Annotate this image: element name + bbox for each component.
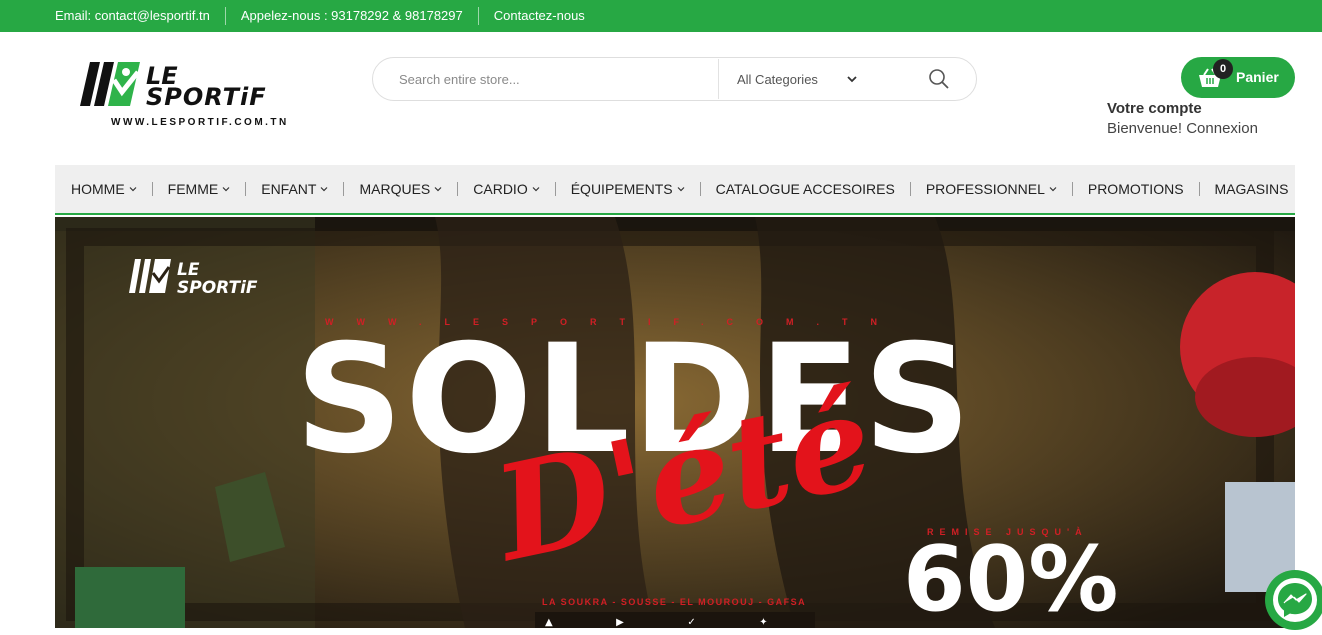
- logo-mark: LE SPORTiF: [80, 62, 267, 111]
- svg-text:SPORTiF: SPORTiF: [177, 278, 258, 297]
- logo-tagline: WWW.LESPORTIF.COM.TN: [111, 117, 289, 128]
- nav-item-magasins[interactable]: MAGASINS: [1215, 181, 1289, 197]
- nav-item-label: PROMOTIONS: [1087, 181, 1184, 197]
- search-icon[interactable]: [928, 68, 950, 90]
- cart-button[interactable]: 0 Panier: [1181, 57, 1295, 98]
- nav-separator: [245, 182, 247, 196]
- nav-item-label: MARQUES: [359, 181, 431, 197]
- chevron-down-icon: [1049, 187, 1057, 192]
- nav-item-label: CATALOGUE ACCESOIRES: [715, 181, 895, 197]
- cart-count-badge: 0: [1213, 59, 1233, 79]
- chevron-down-icon: [321, 187, 328, 192]
- chevron-down-icon: [434, 187, 442, 192]
- messenger-button[interactable]: [1265, 570, 1322, 630]
- chevron-down-icon: [677, 187, 685, 192]
- nav-item-homme[interactable]: HOMME: [71, 181, 137, 197]
- nav-item-marques[interactable]: MARQUES: [359, 181, 442, 197]
- category-select[interactable]: All Categories: [719, 72, 869, 87]
- nav-item-femme[interactable]: FEMME: [168, 181, 231, 197]
- nav-separator: [909, 182, 911, 196]
- nav-item-label: MAGASINS: [1214, 181, 1289, 197]
- banner-logo: LE SPORTiF: [129, 259, 258, 297]
- banner-percent: 60%: [903, 527, 1119, 628]
- topbar-phone[interactable]: Appelez-nous : 93178292 & 98178297: [224, 7, 478, 25]
- hero-banner[interactable]: ▲ ▶ ✓ ✦ LE SPORTiF WWW.LESPORTIF.COM.TN …: [55, 217, 1295, 628]
- nav-separator: [457, 182, 459, 196]
- nav-item-promotions[interactable]: PROMOTIONS: [1088, 181, 1184, 197]
- chevron-down-icon: [222, 187, 230, 192]
- nav-item-equipements[interactable]: ÉQUIPEMENTS: [571, 181, 685, 197]
- nav-separator: [554, 182, 556, 196]
- search-bar: All Categories: [372, 57, 977, 101]
- messenger-icon: [1273, 578, 1317, 622]
- nav-separator: [1071, 182, 1073, 196]
- nav-item-label: CARDIO: [473, 181, 528, 197]
- nav-item-label: ENFANT: [261, 181, 317, 197]
- nav-item-label: PROFESSIONNEL: [925, 181, 1045, 197]
- nav-item-label: FEMME: [167, 181, 219, 197]
- topbar-email[interactable]: Email: contact@lesportif.tn: [55, 7, 225, 25]
- account-box: Votre compte Bienvenue! Connexion: [1107, 100, 1307, 140]
- svg-text:LE: LE: [177, 260, 200, 280]
- nav-item-catalogue-accesoires[interactable]: CATALOGUE ACCESOIRES: [716, 181, 895, 197]
- svg-text:▲ ▶ ✓ ✦: ▲ ▶ ✓ ✦: [545, 617, 798, 628]
- nav-item-enfant[interactable]: ENFANT: [261, 181, 328, 197]
- main-nav: HOMME FEMME ENFANT MARQUES CARDIO ÉQUIPE…: [55, 165, 1295, 215]
- nav-item-professionnel[interactable]: PROFESSIONNEL: [926, 181, 1057, 197]
- nav-item-cardio[interactable]: CARDIO: [473, 181, 540, 197]
- top-bar: Email: contact@lesportif.tn Appelez-nous…: [0, 0, 1322, 32]
- chevron-down-icon: [532, 187, 540, 192]
- account-title: Votre compte: [1107, 100, 1202, 117]
- nav-separator: [151, 182, 153, 196]
- chevron-down-icon: [129, 187, 137, 192]
- topbar-contact-link[interactable]: Contactez-nous: [477, 7, 600, 25]
- category-select-value: All Categories: [737, 71, 818, 87]
- banner-stores: LA SOUKRA - SOUSSE - EL MOUROUJ - GAFSA: [542, 597, 807, 607]
- account-login-link[interactable]: Bienvenue! Connexion: [1107, 118, 1307, 140]
- nav-item-label: HOMME: [71, 181, 125, 197]
- cart-label: Panier: [1236, 69, 1279, 85]
- svg-text:SPORTiF: SPORTiF: [146, 83, 267, 111]
- chevron-down-icon: [847, 76, 857, 83]
- nav-separator: [343, 182, 345, 196]
- nav-item-label: ÉQUIPEMENTS: [570, 181, 673, 197]
- nav-separator: [699, 182, 701, 196]
- search-input[interactable]: [373, 58, 718, 100]
- nav-separator: [1198, 182, 1200, 196]
